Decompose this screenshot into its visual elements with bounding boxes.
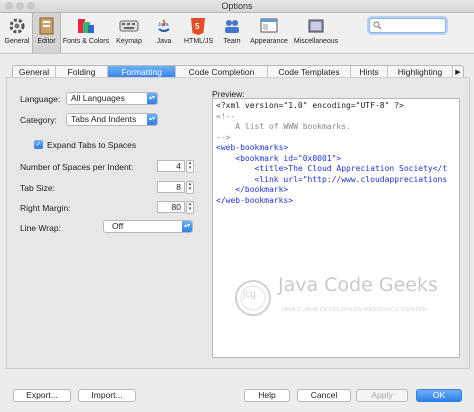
search-icon xyxy=(373,21,382,30)
fonts-colors-icon xyxy=(78,19,94,33)
code-line: <!-- xyxy=(216,111,236,121)
toolbar-appearance[interactable]: Appearance xyxy=(249,13,289,53)
expand-tabs-label: Expand Tabs to Spaces xyxy=(47,140,137,150)
toolbar-html-js[interactable]: 5 HTML/JS xyxy=(184,13,213,53)
toolbar-general[interactable]: General xyxy=(3,13,31,53)
right-margin-stepper[interactable]: ▴ ▾ xyxy=(186,201,194,214)
watermark-subtitle: JAVA 2 JAVA DEVELOPERS RESOURCE CENTER xyxy=(281,307,428,313)
category-label: Category: xyxy=(20,115,57,125)
code-line: <?xml version="1.0" encoding="UTF-8" ?> xyxy=(216,101,404,110)
apply-button[interactable]: Apply xyxy=(356,389,408,402)
html5-icon: 5 xyxy=(191,18,205,35)
appearance-icon xyxy=(260,18,278,33)
tab-size-label: Tab Size: xyxy=(20,183,55,193)
toolbar-java[interactable]: Java Java xyxy=(150,13,178,53)
search-input[interactable] xyxy=(369,18,446,33)
export-button[interactable]: Export... xyxy=(13,389,71,402)
close-window-button[interactable] xyxy=(5,2,13,10)
right-margin-label: Right Margin: xyxy=(20,203,71,213)
line-wrap-label: Line Wrap: xyxy=(20,223,61,233)
svg-text:Java: Java xyxy=(158,22,169,28)
java-icon: Java xyxy=(158,19,170,32)
spaces-per-indent-stepper[interactable]: ▴ ▾ xyxy=(186,160,194,173)
gear-icon xyxy=(9,18,25,34)
category-select-value: Tabs And Indents xyxy=(71,114,137,124)
preview-pane[interactable]: <?xml version="1.0" encoding="UTF-8" ?> … xyxy=(212,98,460,358)
ok-button[interactable]: OK xyxy=(416,389,462,402)
java-code-geeks-watermark: jcg Java Code Geeks JAVA 2 JAVA DEVELOPE… xyxy=(233,274,443,324)
toolbar-keymap[interactable]: Keymap xyxy=(113,13,145,53)
chevron-updown-icon: ▴▾ xyxy=(147,114,157,125)
language-select[interactable]: All Languages ▴▾ xyxy=(66,92,158,105)
spaces-per-indent-input[interactable]: 4 xyxy=(157,160,185,172)
help-button[interactable]: Help xyxy=(244,389,290,402)
category-toolbar: General Editor Fonts & Colors Keymap Jav… xyxy=(0,13,474,54)
chevron-updown-icon: ▴▾ xyxy=(147,93,157,104)
code-line: <bookmark id="0x0001"> xyxy=(216,153,342,163)
language-label: Language: xyxy=(20,94,61,104)
code-line: --> xyxy=(216,132,231,142)
code-line: A list of WWW bookmarks. xyxy=(216,122,351,131)
tab-size-input[interactable]: 8 xyxy=(157,181,185,193)
toolbar-fonts-colors[interactable]: Fonts & Colors xyxy=(61,13,111,53)
chevron-updown-icon: ▴▾ xyxy=(182,221,192,232)
team-icon xyxy=(225,20,239,33)
tab-size-stepper[interactable]: ▴ ▾ xyxy=(186,181,194,194)
keymap-icon xyxy=(119,20,139,32)
minimize-window-button[interactable] xyxy=(16,2,24,10)
toolbar-team[interactable]: Team xyxy=(221,13,243,53)
language-select-value: All Languages xyxy=(71,93,125,103)
category-select[interactable]: Tabs And Indents ▴▾ xyxy=(66,113,158,126)
watermark-title: Java Code Geeks xyxy=(278,274,438,296)
code-line: <web-bookmarks> xyxy=(216,143,289,152)
cancel-button[interactable]: Cancel xyxy=(297,389,351,402)
line-wrap-select-value: Off xyxy=(112,221,124,231)
code-line: </web-bookmarks> xyxy=(216,195,294,205)
toolbar-editor[interactable]: Editor xyxy=(32,13,61,53)
right-margin-input[interactable]: 80 xyxy=(157,201,185,213)
code-line: </bookmark> xyxy=(216,185,289,194)
zoom-window-button[interactable] xyxy=(27,2,35,10)
expand-tabs-checkbox[interactable]: ✓ xyxy=(34,140,43,149)
code-line: <title>The Cloud Appreciation Society</t xyxy=(216,164,448,173)
watermark-logo-text: jcg xyxy=(243,289,256,300)
miscellaneous-icon xyxy=(308,19,324,33)
window-titlebar: Options xyxy=(0,0,474,13)
editor-icon xyxy=(39,17,53,35)
window-title: Options xyxy=(221,1,253,11)
line-wrap-select[interactable]: Off ▴▾ xyxy=(103,220,193,233)
svg-text:5: 5 xyxy=(195,22,200,31)
import-button[interactable]: Import... xyxy=(78,389,136,402)
toolbar-miscellaneous[interactable]: Miscellaneous xyxy=(292,13,340,53)
spaces-per-indent-label: Number of Spaces per Indent: xyxy=(20,162,134,172)
code-line: <link url="http://www.cloudappreciations xyxy=(216,174,448,184)
